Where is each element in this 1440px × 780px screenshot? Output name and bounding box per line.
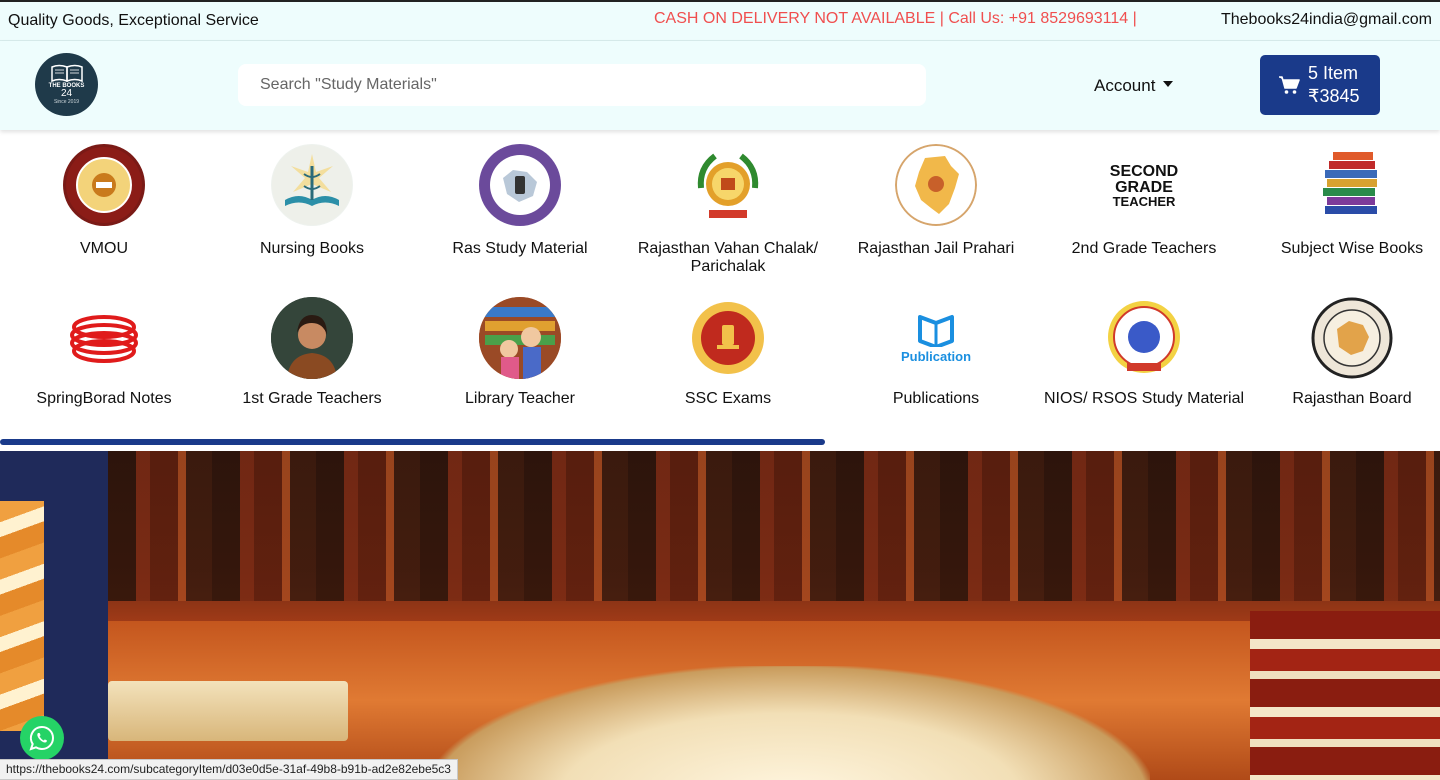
- rajasthan-emblem-icon: [687, 144, 769, 226]
- open-book-logo-icon: [50, 64, 83, 82]
- nios-seal-icon: [1103, 297, 1185, 379]
- spring-coil-icon: [63, 297, 145, 379]
- vmou-seal-icon: [63, 144, 145, 226]
- bookshelf-background: [108, 451, 1440, 601]
- cart-summary: 5 Item ₹3845: [1308, 62, 1360, 108]
- category-vmou[interactable]: VMOU: [0, 144, 208, 258]
- hero-banner[interactable]: [0, 451, 1440, 780]
- category-2nd-grade-teachers[interactable]: SECOND GRADE TEACHER 2nd Grade Teachers: [1040, 144, 1248, 258]
- category-nursing-books[interactable]: Nursing Books: [208, 144, 416, 258]
- category-label: Library Teacher: [465, 390, 575, 407]
- category-1st-grade-teachers[interactable]: 1st Grade Teachers: [208, 297, 416, 408]
- category-nios-rsos[interactable]: NIOS/ RSOS Study Material: [1040, 297, 1248, 408]
- category-label: 2nd Grade Teachers: [1071, 240, 1217, 257]
- book-stack-icon: [1311, 144, 1393, 226]
- category-rajasthan-jail-prahari[interactable]: Rajasthan Jail Prahari: [832, 144, 1040, 258]
- teacher-photo-icon: [271, 297, 353, 379]
- banner-side-art: [0, 501, 44, 731]
- svg-text:SECOND: SECOND: [1110, 163, 1178, 180]
- tagline: Quality Goods, Exceptional Service: [8, 12, 259, 29]
- top-info-bar: Quality Goods, Exceptional Service CASH …: [0, 0, 1440, 41]
- closed-book: [108, 681, 348, 741]
- library-teacher-icon: [479, 297, 561, 379]
- category-label: Nursing Books: [259, 240, 365, 257]
- nursing-caduceus-book-icon: [271, 144, 353, 226]
- category-label: Ras Study Material: [452, 240, 588, 257]
- publication-icon-text: Publication: [900, 348, 972, 364]
- account-dropdown[interactable]: Account: [1094, 76, 1174, 96]
- category-subject-wise-books[interactable]: Subject Wise Books: [1248, 144, 1440, 258]
- open-book: [430, 666, 1150, 780]
- search-input[interactable]: [238, 64, 926, 106]
- category-label: 1st Grade Teachers: [242, 390, 382, 407]
- logo-since: Since 2019: [53, 99, 80, 105]
- ras-emblem-icon: [479, 144, 561, 226]
- book-pile: [1250, 611, 1440, 780]
- ssc-emblem-icon: [687, 297, 769, 379]
- category-rajasthan-vahan-chalak[interactable]: Rajasthan Vahan Chalak/ Parichalak: [624, 144, 832, 276]
- contact-email[interactable]: Thebooks24india@gmail.com: [1221, 11, 1432, 29]
- rajasthan-board-seal-icon: [1311, 297, 1393, 379]
- category-springborad-notes[interactable]: SpringBorad Notes: [0, 297, 208, 408]
- category-label: SSC Exams: [684, 390, 772, 407]
- category-publications[interactable]: Publication Publications: [832, 297, 1040, 408]
- category-label: VMOU: [80, 240, 128, 257]
- category-label: Subject Wise Books: [1280, 240, 1424, 257]
- logo-number: 24: [60, 88, 73, 99]
- cart-button[interactable]: 5 Item ₹3845: [1260, 55, 1380, 115]
- cart-total: ₹3845: [1308, 86, 1360, 106]
- category-label: Rajasthan Board: [1292, 390, 1412, 407]
- whatsapp-icon: [29, 725, 54, 751]
- category-ssc-exams[interactable]: SSC Exams: [624, 297, 832, 408]
- category-label: NIOS/ RSOS Study Material: [1043, 390, 1245, 407]
- category-library-teacher[interactable]: Library Teacher: [416, 297, 624, 408]
- rajasthan-police-icon: [895, 144, 977, 226]
- whatsapp-button[interactable]: [20, 716, 64, 760]
- category-label: Rajasthan Vahan Chalak/ Parichalak: [637, 240, 819, 275]
- second-grade-teacher-text-icon: SECOND GRADE TEACHER: [1103, 144, 1185, 226]
- category-ras-study-material[interactable]: Ras Study Material: [416, 144, 624, 258]
- publication-book-icon: Publication: [895, 297, 977, 379]
- category-label: Rajasthan Jail Prahari: [857, 240, 1015, 257]
- svg-text:TEACHER: TEACHER: [1113, 194, 1176, 209]
- status-bar-url: https://thebooks24.com/subcategoryItem/d…: [0, 759, 458, 780]
- account-label: Account: [1094, 76, 1156, 95]
- caret-down-icon: [1163, 81, 1174, 87]
- cart-icon: [1279, 76, 1300, 94]
- category-label: SpringBorad Notes: [36, 390, 172, 407]
- site-logo[interactable]: THE BOOKS 24 Since 2019: [35, 53, 98, 116]
- category-carousel-scrollbar[interactable]: [0, 439, 825, 445]
- cart-item-count: 5 Item: [1308, 63, 1359, 83]
- category-rajasthan-board[interactable]: Rajasthan Board: [1248, 297, 1440, 408]
- site-header: THE BOOKS 24 Since 2019 Account 5 Item ₹…: [0, 41, 1440, 130]
- category-label: Publications: [892, 390, 980, 407]
- promo-text: CASH ON DELIVERY NOT AVAILABLE | Call Us…: [654, 10, 1137, 27]
